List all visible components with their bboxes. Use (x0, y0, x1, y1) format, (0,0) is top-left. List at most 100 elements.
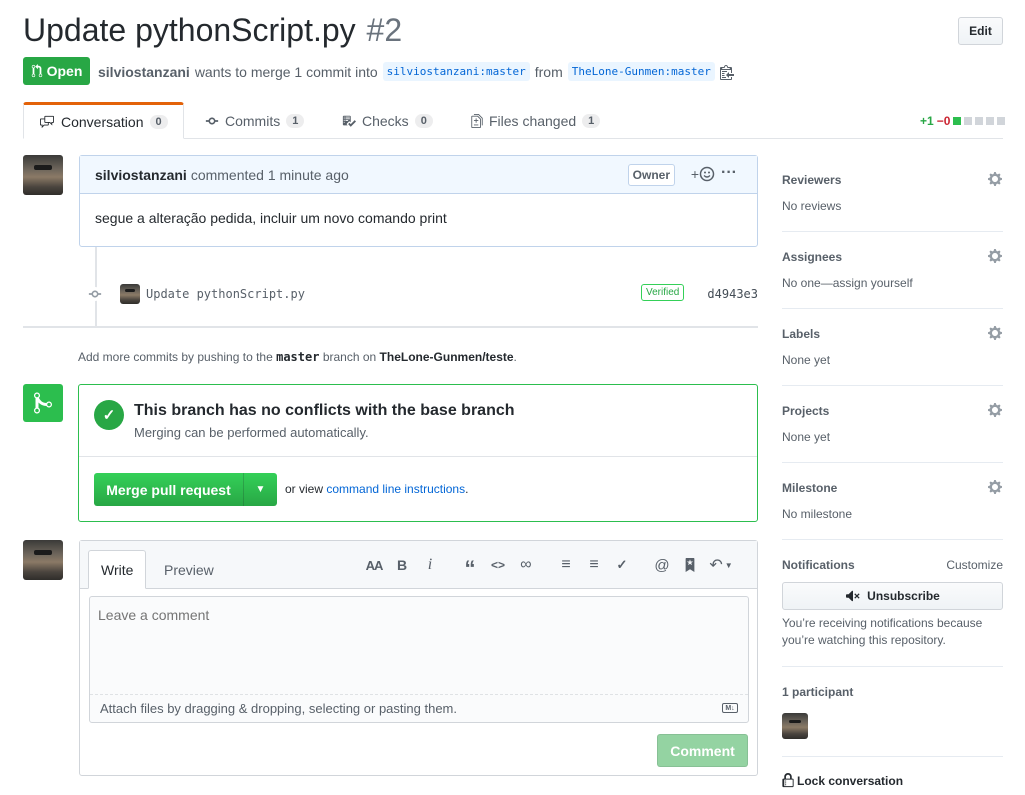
add-commits-repo[interactable]: TheLone-Gunmen/teste (380, 350, 514, 364)
avatar[interactable] (23, 540, 63, 580)
quote-icon[interactable]: “ (456, 555, 484, 581)
add-commits-branch: master (276, 350, 320, 364)
list-ordered-icon[interactable]: ≡ (580, 555, 608, 575)
list-unordered-icon[interactable]: ≡ (552, 555, 580, 575)
comment-submit-button[interactable]: Comment (657, 734, 748, 767)
tab-counter: 0 (414, 113, 433, 128)
gear-icon[interactable] (988, 479, 1002, 495)
commit-icon (205, 117, 219, 124)
sidebar-projects[interactable]: Projects None yet (782, 402, 1003, 463)
tab-label: Commits (225, 112, 281, 129)
merge-pull-request-button[interactable]: Merge pull request (94, 473, 244, 506)
merge-button-group: Merge pull request ▼ (94, 473, 277, 506)
new-comment-form: Write Preview AA B i “ <> ∞ ≡ ≡ ✓ @ ↶▼ A… (79, 540, 758, 776)
avatar[interactable] (782, 713, 808, 739)
verified-badge[interactable]: Verified (641, 284, 685, 301)
milestone-value: No milestone (782, 507, 853, 521)
clippy-icon[interactable] (719, 64, 734, 80)
customize-link[interactable]: Customize (946, 558, 1003, 572)
plus-label: + (690, 166, 699, 182)
attach-text: Attach files by dragging & dropping, sel… (100, 701, 457, 716)
unsubscribe-button[interactable]: Unsubscribe (782, 582, 1003, 610)
attach-files[interactable]: Attach files by dragging & dropping, sel… (90, 694, 748, 722)
markdown-icon[interactable]: M↓ (722, 703, 738, 713)
link-icon[interactable]: ∞ (512, 555, 540, 575)
pr-meta: silviostanzani wants to merge 1 commit i… (98, 62, 734, 81)
or-view-suffix: . (465, 482, 469, 496)
diffstat-block-neutral (964, 117, 973, 125)
pr-author-link[interactable]: silviostanzani (98, 64, 190, 80)
gear-icon[interactable] (988, 402, 1002, 418)
tab-label: Conversation (61, 113, 144, 130)
pr-title-text: Update pythonScript.py (23, 12, 356, 48)
edit-button[interactable]: Edit (958, 17, 1003, 45)
diffstat[interactable]: +1 −0 (920, 114, 1006, 128)
base-branch[interactable]: silviostanzani:master (382, 62, 530, 81)
bookmark-icon[interactable] (676, 555, 704, 575)
tab-files-changed[interactable]: Files changed 1 (456, 102, 615, 139)
commit-message[interactable]: Update pythonScript.py (146, 287, 305, 301)
mute-icon (846, 590, 860, 602)
sidebar-milestone[interactable]: Milestone No milestone (782, 479, 1003, 540)
tasklist-icon[interactable]: ✓ (608, 555, 636, 575)
sidebar-labels[interactable]: Labels None yet (782, 325, 1003, 386)
gear-icon[interactable] (988, 171, 1002, 187)
sidebar-notifications: Notifications Customize (782, 558, 1003, 667)
comment-icon (40, 115, 54, 128)
merge-method-dropdown[interactable]: ▼ (244, 473, 277, 506)
reply-glyph: ↶ (709, 557, 723, 574)
italic-icon[interactable]: i (416, 555, 444, 575)
gear-icon[interactable] (988, 325, 1002, 341)
head-branch[interactable]: TheLone-Gunmen:master (567, 62, 715, 81)
merge-status: ✓ This branch has no conflicts with the … (79, 385, 757, 457)
timeline-end (23, 326, 758, 328)
commit-row: Update pythonScript.py Verified d4943e3 (88, 283, 758, 305)
sidebar-reviewers[interactable]: Reviewers No reviews (782, 171, 1003, 232)
projects-heading: Projects (782, 404, 830, 418)
notification-reason: You’re receiving notifications because y… (782, 616, 983, 647)
tab-checks[interactable]: Checks 0 (327, 102, 448, 139)
sidebar-participants: 1 participant (782, 685, 1003, 757)
tab-conversation[interactable]: Conversation 0 (23, 102, 184, 139)
check-icon: ✓ (94, 400, 124, 430)
comment-textarea[interactable] (90, 597, 748, 695)
sidebar-assignees[interactable]: Assignees No one—assign yourself (782, 248, 1003, 309)
avatar[interactable] (120, 284, 140, 304)
state-badge: Open (23, 57, 90, 85)
checklist-icon (342, 115, 356, 127)
tab-write[interactable]: Write (88, 550, 147, 589)
tab-counter: 1 (582, 113, 601, 128)
lock-conversation[interactable]: Lock conversation (782, 773, 903, 788)
comment-author[interactable]: silviostanzani (95, 167, 187, 183)
lock-label: Lock conversation (797, 773, 904, 788)
gear-icon[interactable] (988, 248, 1002, 264)
or-view-text: or view (285, 482, 324, 496)
kebab-horizontal-icon[interactable]: ··· (721, 164, 737, 182)
add-commits-prefix: Add more commits by pushing to the (78, 350, 273, 364)
tab-counter: 0 (149, 114, 168, 129)
bold-icon[interactable]: B (388, 555, 416, 575)
tab-label: Files changed (489, 112, 577, 129)
commit-sha[interactable]: d4943e3 (707, 287, 758, 301)
reply-icon[interactable]: ↶ ▼ (704, 555, 738, 575)
merge-subtitle: Merging can be performed automatically. (134, 425, 369, 440)
pr-number: #2 (366, 12, 403, 48)
owner-badge: Owner (627, 164, 675, 186)
assignees-heading: Assignees (782, 250, 843, 264)
command-line-link[interactable]: command line instructions (326, 482, 465, 496)
tab-preview[interactable]: Preview (152, 550, 226, 589)
mention-icon[interactable]: @ (648, 555, 676, 575)
markdown-toolbar: AA B i “ <> ∞ ≡ ≡ ✓ @ ↶ ▼ (360, 555, 738, 581)
tab-label: Checks (362, 112, 409, 129)
add-commits-suffix: . (513, 350, 517, 364)
diffstat-block-neutral (975, 117, 984, 125)
tab-commits[interactable]: Commits 1 (190, 102, 319, 139)
code-icon[interactable]: <> (484, 555, 512, 575)
notifications-heading: Notifications (782, 558, 855, 572)
avatar[interactable] (23, 155, 63, 195)
diffstat-removed: −0 (936, 114, 951, 128)
add-reaction-button[interactable]: + (691, 166, 715, 182)
text-size-icon[interactable]: AA (360, 555, 388, 575)
unsubscribe-label: Unsubscribe (867, 589, 940, 603)
comment-meta[interactable]: commented 1 minute ago (191, 167, 349, 183)
